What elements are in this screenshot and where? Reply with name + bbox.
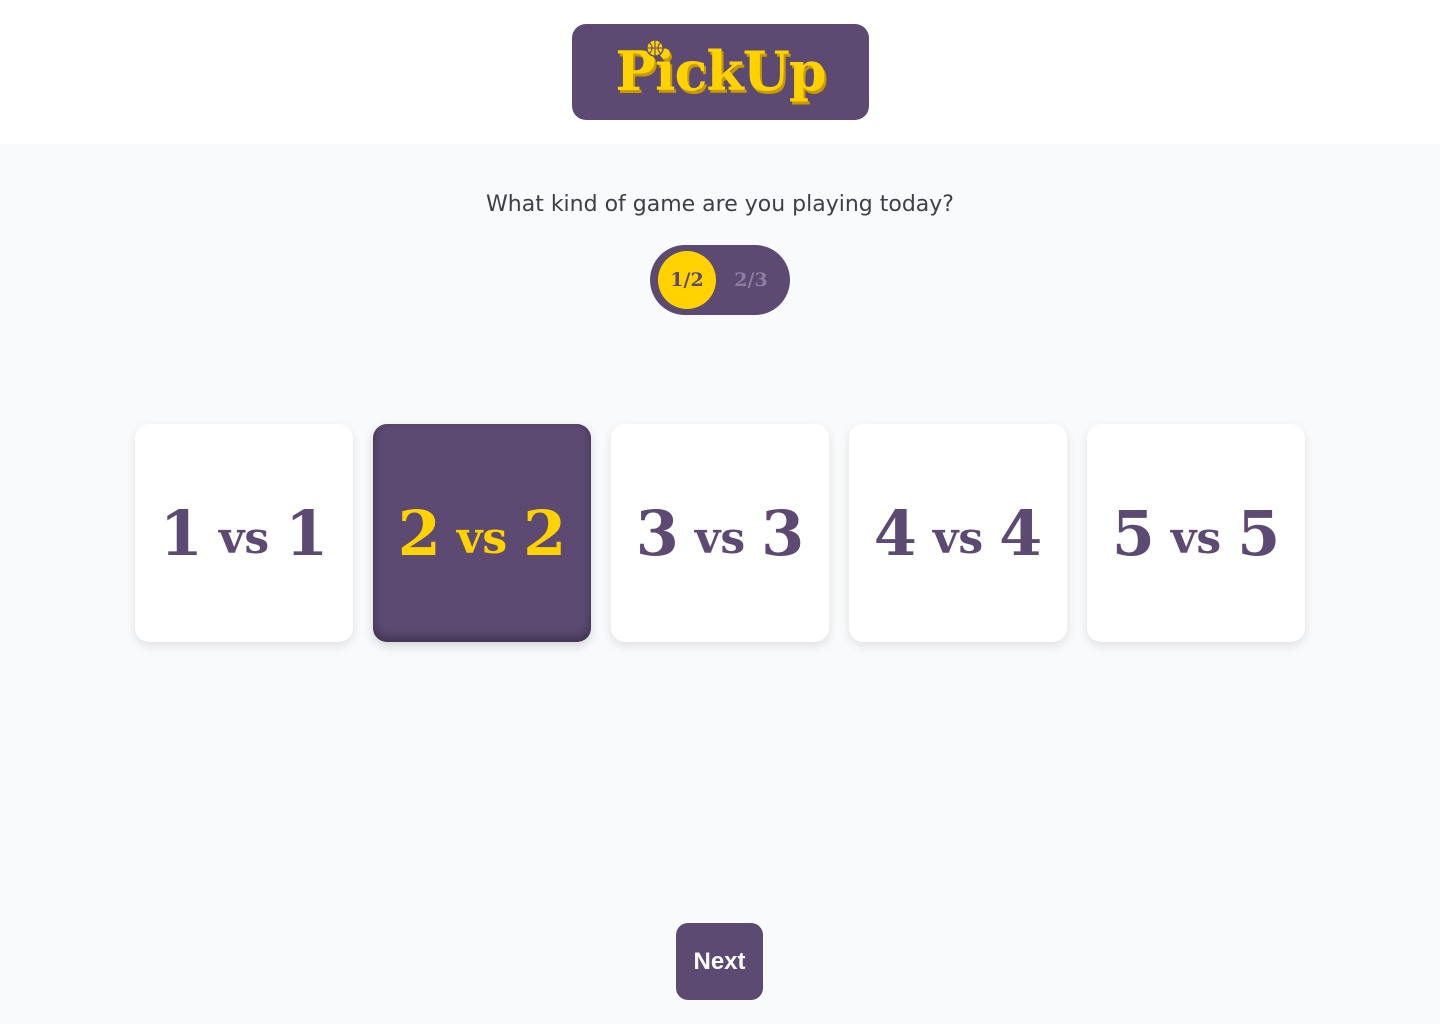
- header: PickUp: [0, 0, 1440, 144]
- option-right: 4: [999, 496, 1043, 570]
- step-indicator: 1/2 2/3: [650, 245, 790, 315]
- option-vs: vs: [694, 512, 746, 564]
- option-right: 3: [761, 496, 805, 570]
- option-vs: vs: [456, 512, 508, 564]
- option-4v4-card[interactable]: 4 vs 4: [849, 424, 1067, 642]
- option-1v1-card[interactable]: 1 vs 1: [135, 424, 353, 642]
- option-left: 5: [1111, 496, 1155, 570]
- next-button[interactable]: Next: [676, 923, 763, 1000]
- option-3v3-card[interactable]: 3 vs 3: [611, 424, 829, 642]
- option-vs: vs: [932, 512, 984, 564]
- option-left: 2: [397, 496, 441, 570]
- option-left: 3: [635, 496, 679, 570]
- option-right: 2: [523, 496, 567, 570]
- option-2v2-card[interactable]: 2 vs 2: [373, 424, 591, 642]
- option-vs: vs: [1170, 512, 1222, 564]
- option-right: 5: [1237, 496, 1281, 570]
- step-current: 1/2: [658, 251, 716, 309]
- logo[interactable]: PickUp: [572, 24, 869, 120]
- step-next: 2/3: [734, 269, 768, 291]
- option-left: 1: [159, 496, 203, 570]
- main-content: What kind of game are you playing today?…: [0, 144, 1440, 1024]
- option-right: 1: [285, 496, 329, 570]
- option-left: 4: [873, 496, 917, 570]
- option-5v5-card[interactable]: 5 vs 5: [1087, 424, 1305, 642]
- question-text: What kind of game are you playing today?: [486, 192, 954, 217]
- option-vs: vs: [218, 512, 270, 564]
- basketball-icon: [646, 39, 664, 57]
